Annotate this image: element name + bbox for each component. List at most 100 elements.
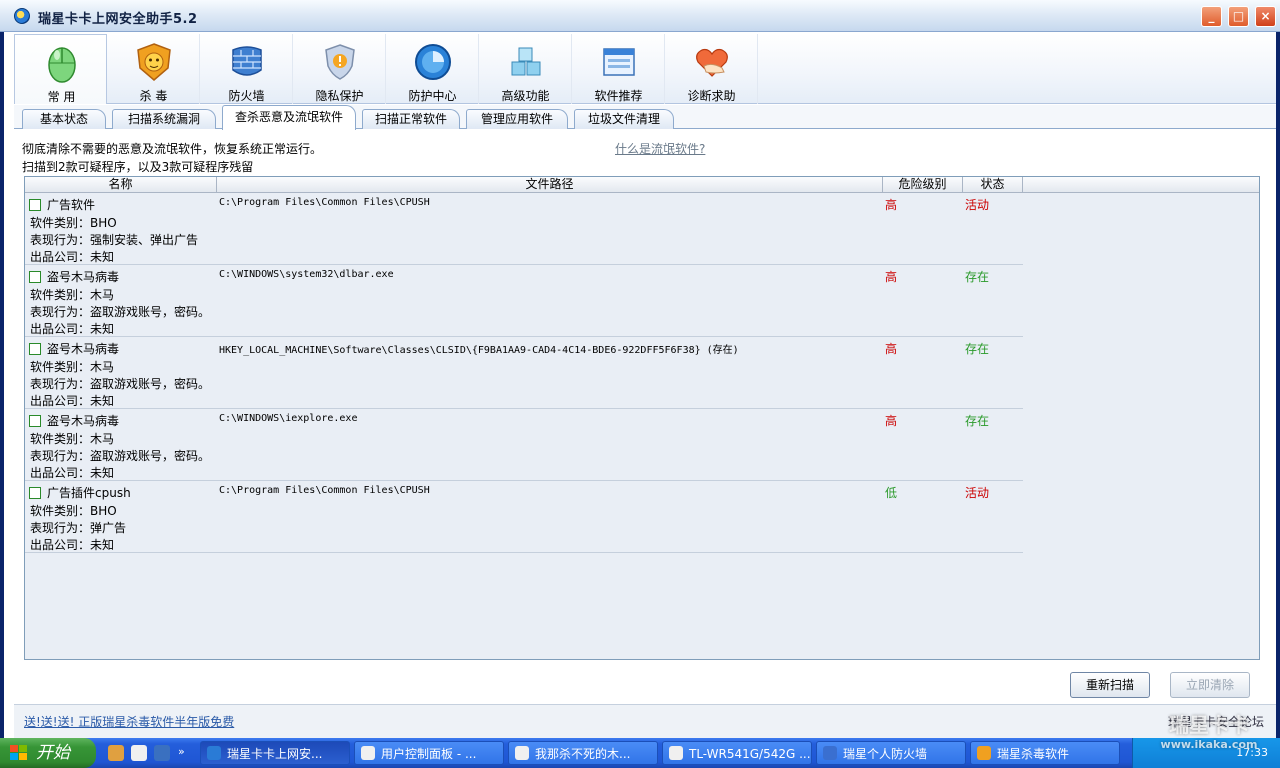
row-behavior: 表现行为：弹广告 bbox=[30, 521, 127, 535]
app-logo-icon bbox=[207, 746, 221, 760]
row-company: 出品公司：未知 bbox=[30, 394, 115, 408]
windows-logo-icon bbox=[10, 745, 27, 760]
quicklaunch-icon[interactable] bbox=[154, 745, 170, 761]
row-company: 出品公司：未知 bbox=[30, 466, 115, 480]
taskbar-item[interactable]: 瑞星卡卡上网安... bbox=[200, 741, 350, 765]
title-bar[interactable]: 瑞星卡卡上网安全助手5.2 _ □ × bbox=[0, 0, 1280, 32]
row-status: 活动 bbox=[965, 486, 990, 500]
row-status: 活动 bbox=[965, 198, 990, 212]
table-body: 广告软件 软件类别：BHO 表现行为：强制安装、弹出广告 出品公司：未知 C:\… bbox=[25, 193, 1023, 553]
close-button[interactable]: × bbox=[1255, 6, 1276, 27]
row-danger-level: 高 bbox=[885, 414, 898, 428]
tab-junk-cleanup[interactable]: 垃圾文件清理 bbox=[574, 109, 674, 129]
taskbar-item[interactable]: TL-WR541G/542G ... bbox=[662, 741, 812, 765]
row-checkbox[interactable] bbox=[29, 271, 41, 283]
row-company: 出品公司：未知 bbox=[30, 538, 115, 552]
bottom-bar: 送!送!送! 正版瑞星杀毒软件半年版免费 瑞星卡卡安全论坛 bbox=[14, 704, 1276, 738]
row-behavior: 表现行为：盗取游戏账号，密码。 bbox=[30, 449, 211, 463]
taskbar-item[interactable]: 瑞星杀毒软件 bbox=[970, 741, 1120, 765]
row-type: 软件类别：木马 bbox=[30, 432, 115, 446]
taskbar-item[interactable]: 我那杀不死的木... bbox=[508, 741, 658, 765]
row-path: C:\Program Files\Common Files\CPUSH bbox=[219, 485, 430, 496]
app-window: 瑞星卡卡上网安全助手5.2 _ □ × 常 用 杀 毒 防火墙 隐私保护 防护中… bbox=[0, 0, 1280, 738]
tab-basic-status[interactable]: 基本状态 bbox=[22, 109, 106, 129]
maximize-button[interactable]: □ bbox=[1228, 6, 1249, 27]
firewall-icon bbox=[232, 46, 262, 76]
row-status: 存在 bbox=[965, 414, 990, 428]
row-path: C:\Program Files\Common Files\CPUSH bbox=[219, 197, 430, 208]
row-path: C:\WINDOWS\iexplore.exe bbox=[219, 413, 358, 424]
row-company: 出品公司：未知 bbox=[30, 322, 115, 336]
scan-summary: 扫描到2款可疑程序，以及3款可疑程序残留 bbox=[22, 160, 254, 174]
help-link[interactable]: 什么是流氓软件? bbox=[615, 140, 705, 157]
toolbar-item-protection[interactable]: 防护中心 bbox=[386, 34, 479, 104]
toolbar-item-software[interactable]: 软件推荐 bbox=[572, 34, 665, 104]
row-type: 软件类别：BHO bbox=[30, 504, 117, 518]
page-description: 彻底清除不需要的恶意及流氓软件，恢复系统正常运行。 bbox=[22, 142, 323, 156]
toolbar-label: 防火墙 bbox=[228, 89, 265, 103]
tab-malware-scan[interactable]: 查杀恶意及流氓软件 bbox=[222, 105, 356, 130]
column-header-state[interactable]: 状态 bbox=[963, 177, 1023, 193]
toolbar-label: 软件推荐 bbox=[594, 89, 643, 103]
tab-scan-normal-software[interactable]: 扫描正常软件 bbox=[362, 109, 460, 129]
table-row[interactable]: 广告插件cpush 软件类别：BHO 表现行为：弹广告 出品公司：未知 C:\P… bbox=[25, 481, 1023, 553]
column-header-name[interactable]: 名称 bbox=[25, 177, 217, 193]
clean-now-button[interactable]: 立即清除 bbox=[1170, 672, 1250, 698]
quicklaunch-icon[interactable] bbox=[108, 745, 124, 761]
rescan-button[interactable]: 重新扫描 bbox=[1070, 672, 1150, 698]
toolbar-label: 防护中心 bbox=[408, 89, 457, 103]
row-name: 盗号木马病毒 bbox=[47, 414, 120, 428]
quicklaunch-expand-icon[interactable]: » bbox=[178, 745, 188, 761]
lion-icon bbox=[977, 746, 991, 760]
table-row[interactable]: 广告软件 软件类别：BHO 表现行为：强制安装、弹出广告 出品公司：未知 C:\… bbox=[25, 193, 1023, 265]
tab-manage-apps[interactable]: 管理应用软件 bbox=[466, 109, 568, 129]
column-header-level[interactable]: 危险级别 bbox=[883, 177, 963, 193]
row-behavior: 表现行为：盗取游戏账号，密码。 bbox=[30, 305, 211, 319]
shield-icon bbox=[325, 44, 355, 80]
toolbar-item-firewall[interactable]: 防火墙 bbox=[200, 34, 293, 104]
minimize-button[interactable]: _ bbox=[1201, 6, 1222, 27]
quicklaunch-icon[interactable] bbox=[131, 745, 147, 761]
row-checkbox[interactable] bbox=[29, 199, 41, 211]
row-checkbox[interactable] bbox=[29, 415, 41, 427]
taskbar-item[interactable]: 瑞星个人防火墙 bbox=[816, 741, 966, 765]
toolbar-item-common[interactable]: 常 用 bbox=[14, 34, 107, 104]
promo-link[interactable]: 送!送!送! 正版瑞星杀毒软件半年版免费 bbox=[24, 713, 234, 730]
row-checkbox[interactable] bbox=[29, 343, 41, 355]
taskbar: 开始 » 瑞星卡卡上网安... 用户控制面板 - ... 我那杀不死的木... … bbox=[0, 738, 1280, 768]
row-type: 软件类别：木马 bbox=[30, 360, 115, 374]
row-behavior: 表现行为：盗取游戏账号，密码。 bbox=[30, 377, 211, 391]
start-button[interactable]: 开始 bbox=[0, 738, 96, 768]
taskbar-item[interactable]: 用户控制面板 - ... bbox=[354, 741, 504, 765]
mouse-icon bbox=[48, 47, 76, 83]
heart-hand-icon bbox=[696, 48, 728, 77]
toolbar-item-help[interactable]: 诊断求助 bbox=[665, 34, 758, 104]
cubes-icon bbox=[511, 47, 541, 76]
table-row[interactable]: 盗号木马病毒 软件类别：木马 表现行为：盗取游戏账号，密码。 出品公司：未知 H… bbox=[25, 337, 1023, 409]
toolbar-label: 常 用 bbox=[47, 90, 76, 104]
column-header-path[interactable]: 文件路径 bbox=[217, 177, 883, 193]
window-title: 瑞星卡卡上网安全助手5.2 bbox=[38, 12, 198, 27]
toolbar-label: 杀 毒 bbox=[139, 89, 168, 103]
tab-strip: 基本状态 扫描系统漏洞 查杀恶意及流氓软件 扫描正常软件 管理应用软件 垃圾文件… bbox=[14, 105, 1276, 130]
table-row[interactable]: 盗号木马病毒 软件类别：木马 表现行为：盗取游戏账号，密码。 出品公司：未知 C… bbox=[25, 265, 1023, 337]
row-danger-level: 高 bbox=[885, 270, 898, 284]
row-type: 软件类别：BHO bbox=[30, 216, 117, 230]
row-checkbox[interactable] bbox=[29, 487, 41, 499]
row-behavior: 表现行为：强制安装、弹出广告 bbox=[30, 233, 199, 247]
lion-icon bbox=[137, 43, 171, 81]
toolbar-item-antivirus[interactable]: 杀 毒 bbox=[107, 34, 200, 104]
results-table: 名称 文件路径 危险级别 状态 广告软件 软件类别：BHO 表现行为：强制安装、… bbox=[24, 176, 1260, 660]
toolbar-item-privacy[interactable]: 隐私保护 bbox=[293, 34, 386, 104]
row-name: 盗号木马病毒 bbox=[47, 270, 120, 284]
row-status: 存在 bbox=[965, 342, 990, 356]
row-danger-level: 高 bbox=[885, 198, 898, 212]
row-path: HKEY_LOCAL_MACHINE\Software\Classes\CLSI… bbox=[219, 345, 739, 356]
table-row[interactable]: 盗号木马病毒 软件类别：木马 表现行为：盗取游戏账号，密码。 出品公司：未知 C… bbox=[25, 409, 1023, 481]
browser-icon bbox=[361, 746, 375, 760]
toolbar-label: 隐私保护 bbox=[315, 89, 364, 103]
toolbar-item-advanced[interactable]: 高级功能 bbox=[479, 34, 572, 104]
row-path: C:\WINDOWS\system32\dlbar.exe bbox=[219, 269, 394, 280]
tab-scan-vulnerabilities[interactable]: 扫描系统漏洞 bbox=[112, 109, 216, 129]
row-danger-level: 低 bbox=[885, 486, 898, 500]
